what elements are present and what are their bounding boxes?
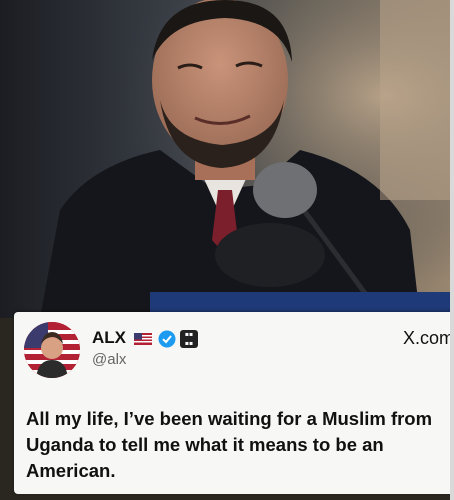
display-name[interactable]: ALX bbox=[92, 328, 126, 348]
tweet-text: All my life, I’ve been waiting for a Mus… bbox=[26, 408, 433, 481]
user-handle[interactable]: @alx bbox=[92, 351, 126, 368]
affiliate-badge-icon: ▪▪ ▪▪ bbox=[180, 330, 198, 348]
screen-bezel bbox=[450, 0, 454, 500]
us-flag-icon bbox=[134, 333, 152, 345]
avatar[interactable] bbox=[24, 322, 80, 378]
x-logo: X.com bbox=[402, 328, 454, 348]
verified-badge-icon bbox=[158, 330, 176, 348]
tweet-card[interactable]: ALX ▪▪ ▪▪ @alx X.com All my life, I’ve be… bbox=[14, 312, 454, 494]
speaker-photo bbox=[0, 0, 454, 318]
